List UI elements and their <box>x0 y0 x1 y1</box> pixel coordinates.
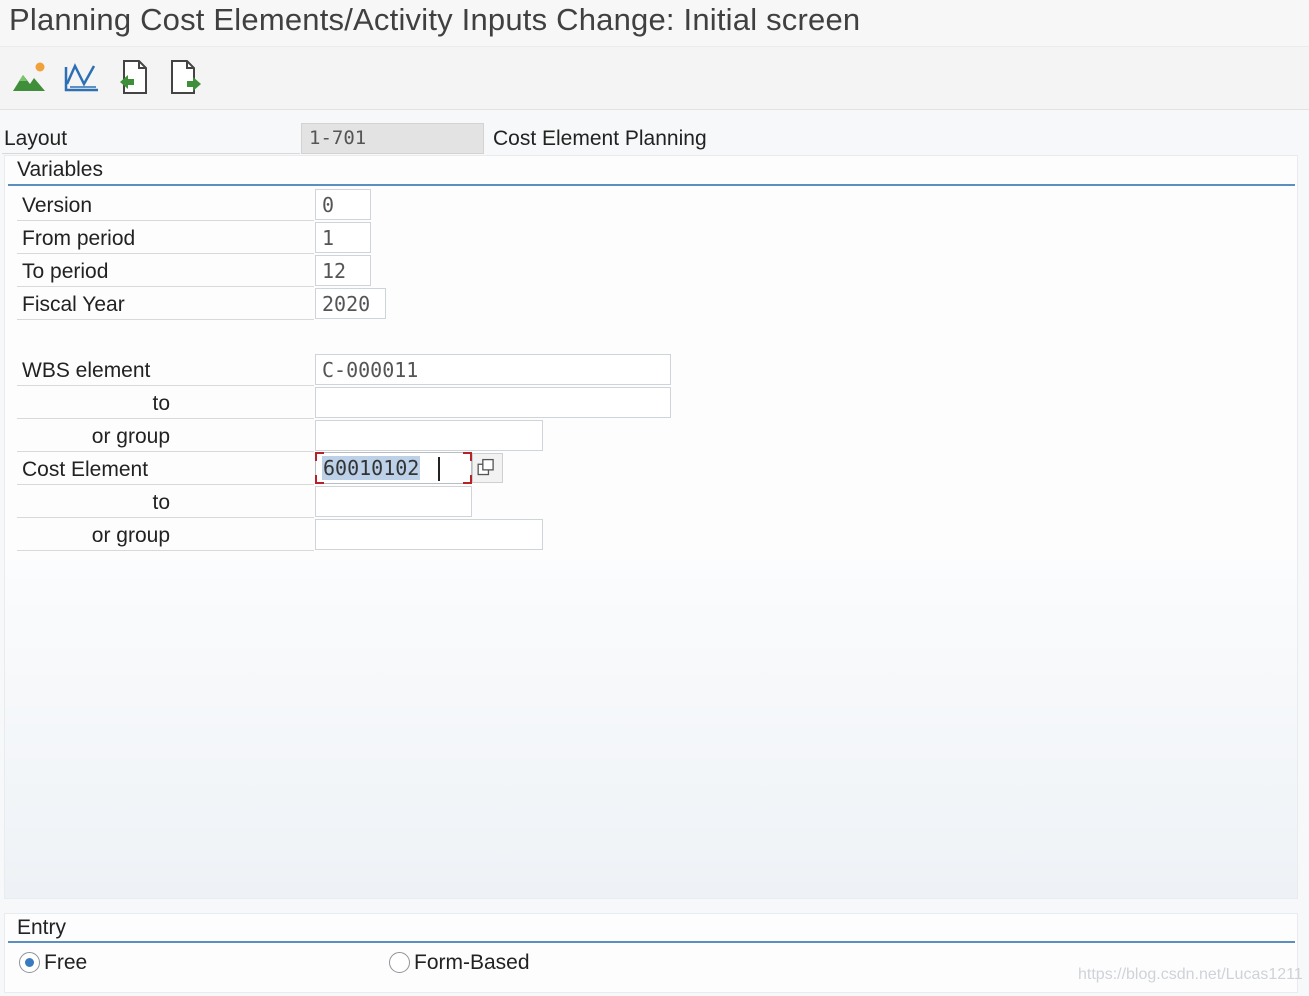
variables-divider <box>8 184 1295 186</box>
cost-group-label: or group <box>17 519 314 551</box>
value-help-icon <box>477 458 494 476</box>
form-based-radio[interactable]: Form-Based <box>389 950 539 978</box>
radio-selected-icon <box>19 952 40 973</box>
to-period-field[interactable]: 12 <box>315 255 371 286</box>
mountain-icon <box>13 62 45 91</box>
free-radio-label: Free <box>44 951 88 974</box>
document-forward-icon <box>171 60 201 94</box>
cost-group-field[interactable] <box>315 519 543 550</box>
entry-title: Entry <box>17 916 67 939</box>
mountain-button[interactable] <box>10 57 50 97</box>
chart-button[interactable] <box>62 57 102 97</box>
from-period-field[interactable]: 1 <box>315 222 371 253</box>
radio-unselected-icon <box>389 952 410 973</box>
document-back-icon <box>120 60 147 94</box>
cost-to-field[interactable] <box>315 486 472 517</box>
value-help-button[interactable] <box>472 453 503 483</box>
title-bar: Planning Cost Elements/Activity Inputs C… <box>0 0 1309 47</box>
wbs-group-label: or group <box>17 420 314 452</box>
focus-corner <box>463 452 472 461</box>
variables-group-shade <box>5 560 1297 898</box>
layout-field: 1-701 <box>301 123 484 154</box>
cost-to-label: to <box>17 486 314 518</box>
from-period-label: From period <box>17 222 314 254</box>
focus-corner <box>463 475 472 484</box>
fiscal-year-label: Fiscal Year <box>17 288 314 320</box>
cost-element-label: Cost Element <box>17 453 314 485</box>
layout-divider <box>2 153 300 154</box>
cost-element-field[interactable]: 60010102 <box>315 452 472 484</box>
form-based-radio-label: Form-Based <box>414 951 530 974</box>
variables-title: Variables <box>17 158 103 181</box>
wbs-to-field[interactable] <box>315 387 671 418</box>
to-period-label: To period <box>17 255 314 287</box>
window-title: Planning Cost Elements/Activity Inputs C… <box>9 2 861 37</box>
fiscal-year-field[interactable]: 2020 <box>315 288 386 319</box>
version-label: Version <box>17 189 314 221</box>
wbs-to-label: to <box>17 387 314 419</box>
text-caret <box>438 457 440 481</box>
entry-divider <box>8 941 1295 943</box>
wbs-element-label: WBS element <box>17 354 314 386</box>
focus-corner <box>315 452 324 461</box>
layout-description: Cost Element Planning <box>493 127 707 150</box>
free-radio[interactable]: Free <box>19 950 99 978</box>
layout-label: Layout <box>4 127 68 150</box>
document-back-button[interactable] <box>114 57 154 97</box>
chart-line-icon <box>64 63 98 92</box>
wbs-group-field[interactable] <box>315 420 543 451</box>
version-field[interactable]: 0 <box>315 189 371 220</box>
cost-element-value: 60010102 <box>322 456 421 480</box>
document-forward-button[interactable] <box>166 57 206 97</box>
application-toolbar <box>0 47 1309 110</box>
wbs-element-field[interactable]: C-000011 <box>315 354 671 385</box>
watermark: https://blog.csdn.net/Lucas1211 <box>1078 966 1303 983</box>
focus-corner <box>315 475 324 484</box>
